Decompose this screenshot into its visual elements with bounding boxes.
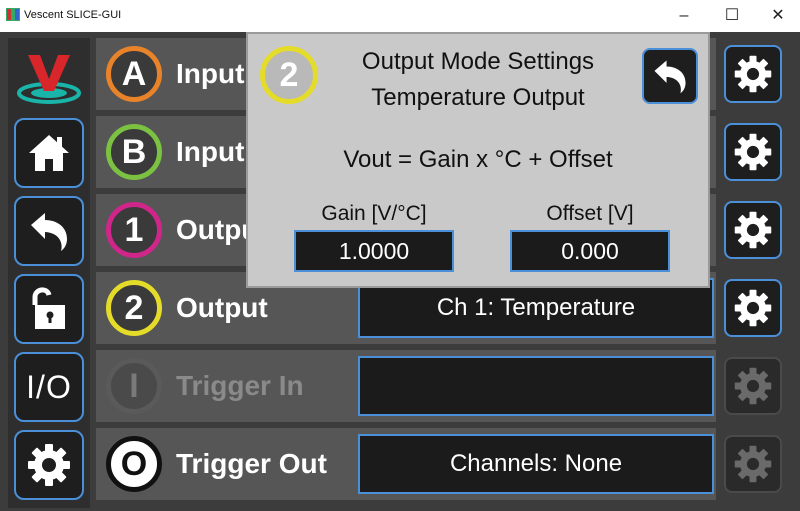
gain-label: Gain [V/°C] <box>321 202 427 225</box>
row-label: Input <box>176 136 245 167</box>
channel-1-badge: 1 <box>106 202 162 258</box>
row-label: Trigger In <box>176 370 304 401</box>
window-titlebar: Vescent SLICE-GUI – ☐ ✕ <box>0 0 800 32</box>
home-icon <box>29 135 69 171</box>
trigger-out-field[interactable]: Channels: None <box>358 434 714 494</box>
lock-button[interactable] <box>14 274 84 344</box>
output-1-settings-button[interactable] <box>724 201 782 259</box>
gear-icon <box>734 55 772 93</box>
settings-button[interactable] <box>14 430 84 500</box>
gear-icon <box>734 211 772 249</box>
output-mode-settings-dialog: 2 Output Mode Settings Temperature Outpu… <box>246 32 710 288</box>
output-formula: Vout = Gain x °C + Offset <box>343 146 613 173</box>
sidebar: I/O <box>8 38 90 508</box>
logo-icon <box>17 55 81 104</box>
channel-2-badge: 2 <box>106 280 162 336</box>
channel-a-badge: A <box>106 46 162 102</box>
input-a-settings-button[interactable] <box>724 45 782 103</box>
trigger-out-badge-letter: O <box>120 444 148 483</box>
gear-icon <box>28 444 70 486</box>
row-trigger-in[interactable]: I Trigger In <box>96 350 716 422</box>
offset-input[interactable]: 0.000 <box>510 230 670 272</box>
back-button[interactable] <box>14 196 84 266</box>
trigger-out-settings-button[interactable] <box>724 435 782 493</box>
io-button[interactable]: I/O <box>14 352 84 422</box>
trigger-out-badge: O <box>106 436 162 492</box>
trigger-in-badge: I <box>106 358 162 414</box>
unlock-icon <box>32 287 65 329</box>
trigger-in-settings-button[interactable] <box>724 357 782 415</box>
maximize-button[interactable]: ☐ <box>712 4 752 28</box>
window-title: Vescent SLICE-GUI <box>24 9 122 21</box>
vescent-logo <box>14 42 84 112</box>
dialog-title: Output Mode Settings <box>361 48 595 75</box>
minimize-button[interactable]: – <box>664 4 704 28</box>
gear-icon <box>734 367 772 405</box>
gear-icon <box>734 289 772 327</box>
dialog-subtitle: Temperature Output <box>371 84 585 111</box>
output-2-settings-button[interactable] <box>724 279 782 337</box>
home-button[interactable] <box>14 118 84 188</box>
trigger-in-field[interactable] <box>358 356 714 416</box>
gear-icon <box>734 445 772 483</box>
input-b-settings-button[interactable] <box>724 123 782 181</box>
channel-b-badge: B <box>106 124 162 180</box>
io-label: I/O <box>26 368 72 405</box>
close-button[interactable]: ✕ <box>758 4 798 28</box>
gear-icon <box>734 133 772 171</box>
dialog-back-button[interactable] <box>642 48 698 104</box>
back-arrow-icon <box>654 60 686 94</box>
app-icon <box>6 8 20 21</box>
gain-input[interactable]: 1.0000 <box>294 230 454 272</box>
offset-label: Offset [V] <box>546 202 634 225</box>
row-label: Trigger Out <box>176 448 327 479</box>
back-arrow-icon <box>31 213 67 251</box>
row-label: Output <box>176 292 268 323</box>
row-trigger-out[interactable]: O Trigger Out Channels: None <box>96 428 716 500</box>
row-label: Input <box>176 58 245 89</box>
